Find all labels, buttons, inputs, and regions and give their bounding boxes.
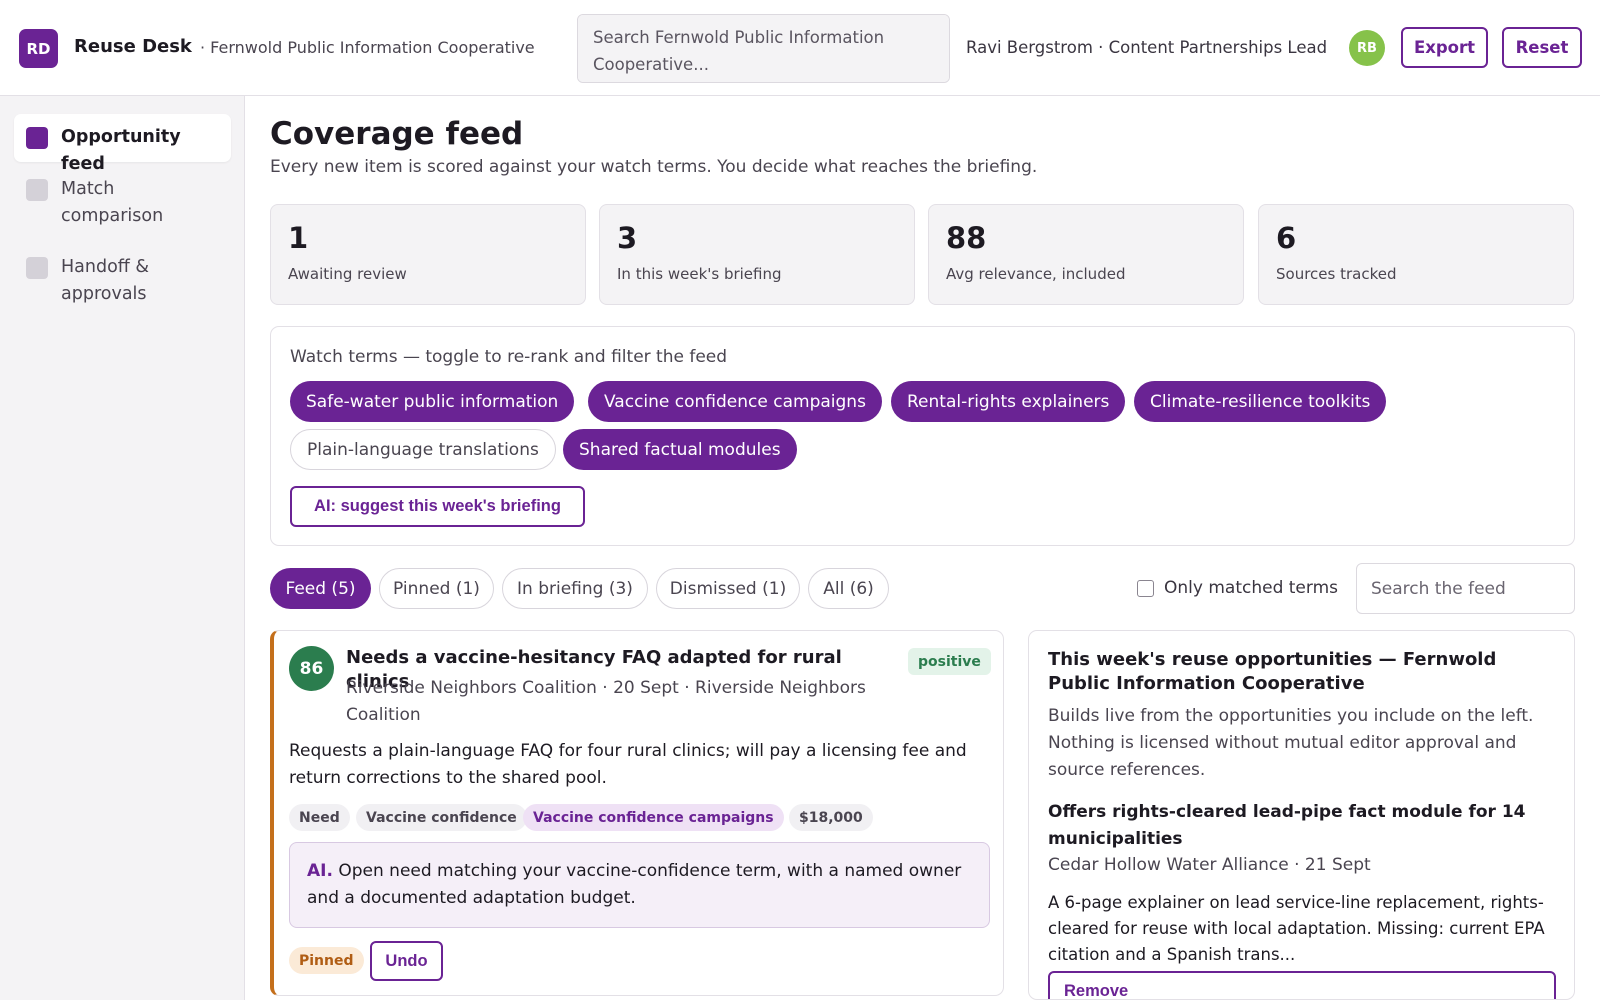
stat-card-awaiting-review: 1 Awaiting review bbox=[270, 204, 586, 305]
top-bar: RD Reuse Desk · Fernwold Public Informat… bbox=[0, 0, 1600, 96]
tag-watch-term: Vaccine confidence campaigns bbox=[523, 804, 784, 831]
square-icon bbox=[26, 127, 48, 149]
stat-value: 1 bbox=[288, 221, 309, 255]
tag-type: Need bbox=[289, 804, 350, 831]
sidebar-item-opportunity-feed[interactable]: Opportunity feed bbox=[14, 114, 231, 174]
briefing-item-body: A 6-page explainer on lead service-line … bbox=[1048, 893, 1545, 964]
feed-search-input[interactable] bbox=[1356, 563, 1575, 614]
avatar[interactable]: RB bbox=[1349, 30, 1385, 66]
square-icon bbox=[26, 257, 48, 279]
feed-card-body: Requests a plain-language FAQ for four r… bbox=[289, 741, 967, 788]
watch-term-chip[interactable]: Plain-language translations bbox=[290, 429, 556, 470]
watch-term-chip[interactable]: Climate-resilience toolkits bbox=[1134, 381, 1387, 422]
sidebar-item-label: Match comparison bbox=[61, 179, 164, 226]
briefing-item-meta: Cedar Hollow Water Alliance · 21 Sept bbox=[1048, 855, 1371, 875]
watch-term-chip[interactable]: Safe-water public information bbox=[290, 381, 575, 422]
status-badge: Pinned bbox=[289, 947, 364, 974]
briefing-item-title: Offers rights-cleared lead-pipe fact mod… bbox=[1048, 802, 1526, 849]
tab-feed[interactable]: Feed (5) bbox=[270, 568, 371, 609]
tag-budget: $18,000 bbox=[789, 804, 873, 831]
global-search-input[interactable] bbox=[577, 14, 950, 83]
ai-summary-note: AI. Open need matching your vaccine-conf… bbox=[289, 842, 990, 928]
watch-term-chip[interactable]: Shared factual modules bbox=[563, 429, 797, 470]
app-name: Reuse Desk bbox=[74, 36, 192, 57]
page-subtitle: Every new item is scored against your wa… bbox=[270, 157, 1038, 177]
page-title: Coverage feed bbox=[270, 116, 524, 152]
sidebar-item-label: Handoff & approvals bbox=[61, 257, 150, 304]
feed-card[interactable]: 86 Needs a vaccine-hesitancy FAQ adapted… bbox=[270, 630, 1004, 996]
stat-card-sources-tracked: 6 Sources tracked bbox=[1258, 204, 1574, 305]
sentiment-badge: positive bbox=[908, 648, 991, 675]
feed-card-meta: Riverside Neighbors Coalition · 20 Sept … bbox=[346, 678, 866, 725]
sidebar: Opportunity feed Match comparison Handof… bbox=[0, 96, 245, 1000]
tab-dismissed[interactable]: Dismissed (1) bbox=[656, 568, 800, 609]
sidebar-item-handoff-approvals[interactable]: Handoff & approvals bbox=[14, 244, 231, 318]
organization-name: · Fernwold Public Information Cooperativ… bbox=[200, 38, 535, 57]
stat-value: 88 bbox=[946, 221, 987, 255]
current-user-label: Ravi Bergstrom · Content Partnerships Le… bbox=[966, 38, 1328, 57]
stat-label: Awaiting review bbox=[288, 265, 407, 283]
stat-card-in-briefing: 3 In this week's briefing bbox=[599, 204, 915, 305]
briefing-title: This week's reuse opportunities — Fernwo… bbox=[1048, 649, 1497, 694]
square-icon bbox=[26, 179, 48, 201]
watch-term-chip[interactable]: Vaccine confidence campaigns bbox=[588, 381, 882, 422]
stat-value: 6 bbox=[1276, 221, 1297, 255]
stat-label: Sources tracked bbox=[1276, 265, 1397, 283]
tag-topic: Vaccine confidence bbox=[356, 804, 527, 831]
tab-in-briefing[interactable]: In briefing (3) bbox=[502, 568, 648, 609]
export-button[interactable]: Export bbox=[1401, 27, 1488, 68]
briefing-panel: This week's reuse opportunities — Fernwo… bbox=[1028, 630, 1575, 1000]
watch-terms-title: Watch terms — toggle to re-rank and filt… bbox=[290, 347, 728, 367]
tab-pinned[interactable]: Pinned (1) bbox=[379, 568, 494, 609]
only-matched-label: Only matched terms bbox=[1164, 578, 1338, 598]
stat-value: 3 bbox=[617, 221, 638, 255]
only-matched-checkbox[interactable] bbox=[1137, 579, 1154, 597]
tab-all[interactable]: All (6) bbox=[808, 568, 889, 609]
watch-term-chip[interactable]: Rental-rights explainers bbox=[891, 381, 1126, 422]
watch-terms-panel: Watch terms — toggle to re-rank and filt… bbox=[270, 326, 1575, 546]
stat-label: In this week's briefing bbox=[617, 265, 782, 283]
relevance-score-badge: 86 bbox=[289, 646, 334, 691]
stat-label: Avg relevance, included bbox=[946, 265, 1126, 283]
ai-summary-text: Open need matching your vaccine-confiden… bbox=[307, 861, 962, 908]
undo-button[interactable]: Undo bbox=[370, 941, 443, 981]
only-matched-toggle[interactable]: Only matched terms bbox=[1137, 578, 1338, 598]
ai-suggest-briefing-button[interactable]: AI: suggest this week's briefing bbox=[290, 486, 585, 527]
sidebar-item-match-comparison[interactable]: Match comparison bbox=[14, 166, 231, 240]
ai-label: AI. bbox=[307, 861, 333, 881]
briefing-description: Builds live from the opportunities you i… bbox=[1048, 706, 1534, 780]
stat-card-avg-relevance: 88 Avg relevance, included bbox=[928, 204, 1244, 305]
app-logo: RD bbox=[19, 29, 58, 68]
remove-button[interactable]: Remove bbox=[1048, 971, 1556, 999]
reset-button[interactable]: Reset bbox=[1502, 27, 1582, 68]
